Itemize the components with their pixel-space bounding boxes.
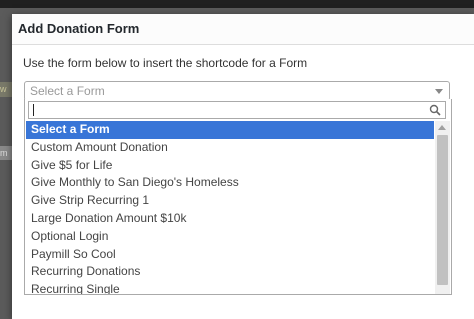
modal-title: Add Donation Form bbox=[12, 14, 474, 45]
option-item[interactable]: Large Donation Amount $10k bbox=[26, 210, 434, 228]
dropdown-search-input[interactable] bbox=[29, 102, 429, 118]
chevron-down-icon[interactable] bbox=[435, 89, 443, 94]
form-select[interactable]: Select a Form bbox=[24, 81, 450, 101]
option-item[interactable]: Give $5 for Life bbox=[26, 157, 434, 175]
option-item[interactable]: Give Strip Recurring 1 bbox=[26, 192, 434, 210]
option-item[interactable]: Recurring Donations bbox=[26, 263, 434, 281]
options-list: Select a Form Custom Amount Donation Giv… bbox=[26, 121, 434, 294]
option-item[interactable]: Optional Login bbox=[26, 228, 434, 246]
scroll-up-arrow-icon[interactable] bbox=[438, 125, 446, 130]
background-fragment: m bbox=[0, 146, 12, 160]
option-item[interactable]: Custom Amount Donation bbox=[26, 139, 434, 157]
dropdown-scrollbar[interactable] bbox=[435, 121, 450, 294]
search-icon bbox=[429, 104, 441, 116]
scrollbar-thumb[interactable] bbox=[437, 135, 448, 285]
option-item[interactable]: Recurring Single bbox=[26, 281, 434, 294]
add-donation-form-modal: Add Donation Form Use the form below to … bbox=[12, 14, 474, 319]
dropdown-search-box[interactable] bbox=[28, 101, 446, 119]
top-bar bbox=[0, 0, 474, 8]
option-item[interactable]: Select a Form bbox=[26, 121, 434, 139]
background-fragment: w bbox=[0, 82, 12, 97]
instructions-text: Use the form below to insert the shortco… bbox=[23, 56, 308, 70]
form-select-dropdown: Select a Form Custom Amount Donation Giv… bbox=[24, 99, 452, 295]
text-cursor bbox=[33, 104, 34, 116]
form-select-placeholder: Select a Form bbox=[30, 84, 105, 98]
option-item[interactable]: Paymill So Cool bbox=[26, 246, 434, 264]
option-item[interactable]: Give Monthly to San Diego's Homeless bbox=[26, 174, 434, 192]
